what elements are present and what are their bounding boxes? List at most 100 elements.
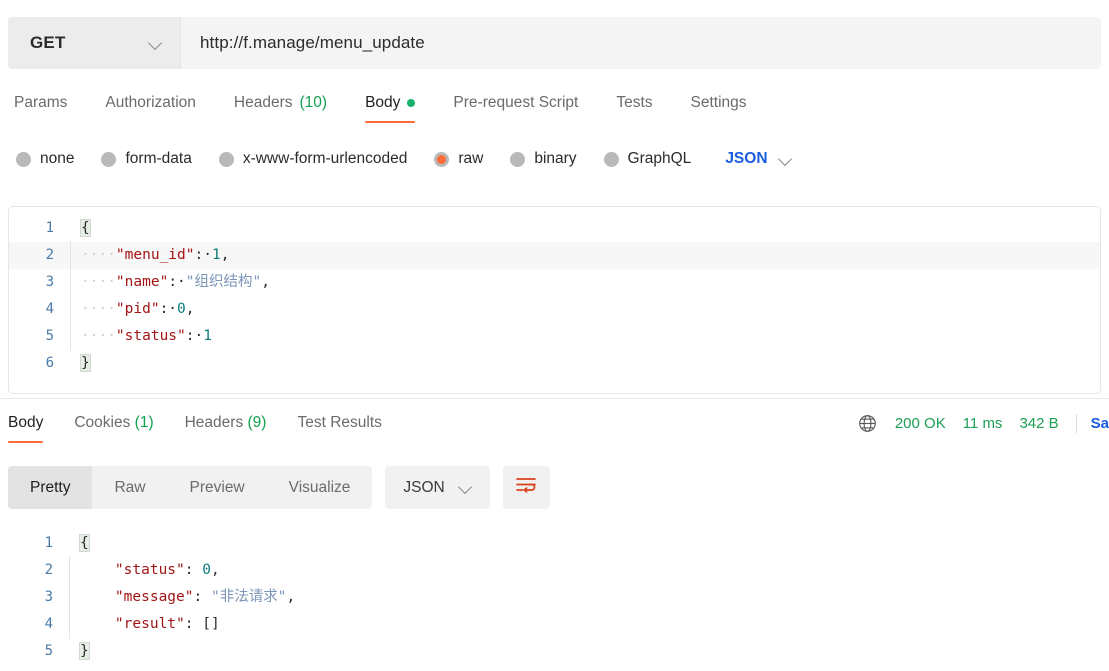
code-token: "status" xyxy=(115,328,186,344)
tab-settings-label: Settings xyxy=(690,94,747,111)
code-text: { xyxy=(67,215,91,242)
code-line: 5 ····"status":·1 xyxy=(9,322,1100,351)
response-tab-headers-label: Headers xyxy=(184,414,244,431)
line-number: 1 xyxy=(44,535,53,551)
code-token: :· xyxy=(185,328,204,344)
radio-urlencoded-icon xyxy=(218,151,234,167)
radio-graphql-icon xyxy=(603,151,619,167)
response-tab-cookies-count: (1) xyxy=(134,414,154,431)
line-number: 2 xyxy=(45,247,54,263)
body-type-binary[interactable]: binary xyxy=(510,150,577,168)
response-toolbar: Pretty Raw Preview Visualize JSON xyxy=(8,466,550,509)
view-mode-visualize[interactable]: Visualize xyxy=(267,466,373,509)
code-token: :· xyxy=(159,301,178,317)
code-token: : xyxy=(184,562,203,578)
tab-params[interactable]: Params xyxy=(14,94,67,123)
tab-params-label: Params xyxy=(14,94,68,111)
code-token: { xyxy=(80,219,91,237)
tab-headers[interactable]: Headers (10) xyxy=(234,94,327,123)
response-tab-body-label: Body xyxy=(8,414,44,431)
tab-tests[interactable]: Tests xyxy=(616,94,652,123)
code-token: "menu_id" xyxy=(115,247,195,263)
chevron-down-icon xyxy=(149,37,162,50)
body-type-graphql[interactable]: GraphQL xyxy=(603,150,692,168)
url-bar: GET http://f.manage/menu_update xyxy=(8,17,1101,69)
code-text: } xyxy=(66,638,90,665)
tab-settings[interactable]: Settings xyxy=(691,94,747,123)
code-token: "pid" xyxy=(115,301,160,317)
line-number: 6 xyxy=(45,355,54,371)
indent-guide xyxy=(70,241,71,270)
code-token: , xyxy=(261,274,270,290)
indent-guide xyxy=(69,583,70,612)
tab-tests-label: Tests xyxy=(616,94,653,111)
body-type-raw[interactable]: raw xyxy=(434,150,483,168)
code-text: "status": 0, xyxy=(66,556,220,585)
meta-separator xyxy=(1075,414,1077,433)
indent-guide xyxy=(70,268,71,297)
code-token: } xyxy=(80,354,91,372)
code-token: , xyxy=(286,589,296,605)
code-token: "name" xyxy=(115,274,169,290)
body-type-none[interactable]: none xyxy=(16,150,74,168)
word-wrap-button[interactable] xyxy=(502,466,550,509)
tab-body[interactable]: Body xyxy=(365,94,416,123)
url-input[interactable]: http://f.manage/menu_update xyxy=(180,17,1101,69)
request-body-editor[interactable]: 1{2 ····"menu_id":·1, 3 ····"name":·"组织结构",… xyxy=(8,206,1101,394)
code-line: 3 "message": "非法请求", xyxy=(8,583,1101,612)
response-tab-test-results-label: Test Results xyxy=(297,414,382,431)
tab-pre-request-script[interactable]: Pre-request Script xyxy=(453,94,578,123)
request-tabs: Params Authorization Headers (10) Body Pr… xyxy=(14,94,747,123)
request-body-code[interactable]: 1{2 ····"menu_id":·1, 3 ····"name":·"组织结构",… xyxy=(9,207,1100,377)
code-token: : xyxy=(193,589,211,605)
code-line: 5} xyxy=(8,638,1101,665)
response-size: 342 B xyxy=(1019,415,1059,432)
body-format-dropdown[interactable]: JSON xyxy=(725,150,791,168)
view-mode-raw[interactable]: Raw xyxy=(92,466,167,509)
body-type-options: none form-data x-www-form-urlencoded raw… xyxy=(16,150,792,168)
tab-headers-count: (10) xyxy=(299,94,328,111)
code-text: ····"status":·1 xyxy=(67,322,212,351)
response-status-code: 200 OK xyxy=(894,415,946,432)
response-body-code[interactable]: 1{2 "status": 0, 3 "message": "非法请求", 4 "r… xyxy=(8,525,1101,665)
code-line: 4 "result": [] xyxy=(8,610,1101,639)
globe-icon[interactable] xyxy=(858,414,877,433)
body-type-form-data[interactable]: form-data xyxy=(101,150,192,168)
radio-raw-selected-icon xyxy=(434,151,450,167)
code-token: :· xyxy=(194,247,212,263)
response-body-editor[interactable]: 1{2 "status": 0, 3 "message": "非法请求", 4 "r… xyxy=(8,525,1101,671)
body-type-urlencoded[interactable]: x-www-form-urlencoded xyxy=(218,150,408,168)
indent-guide xyxy=(70,322,71,351)
code-token: "status" xyxy=(114,562,185,578)
view-mode-pretty[interactable]: Pretty xyxy=(8,466,93,509)
indent-guide xyxy=(69,610,70,639)
code-text: ····"name":·"组织结构", xyxy=(67,268,270,297)
body-format-label: JSON xyxy=(725,150,768,167)
code-line: 6} xyxy=(9,350,1100,377)
http-method-dropdown[interactable]: GET xyxy=(8,17,180,69)
postman-request-response-pane: GET http://f.manage/menu_update Params A… xyxy=(0,0,1109,671)
code-token: , xyxy=(185,301,195,317)
response-tab-headers-count: (9) xyxy=(247,414,267,431)
response-tab-test-results[interactable]: Test Results xyxy=(297,414,381,443)
word-wrap-icon xyxy=(515,476,537,499)
code-line: 2 "status": 0, xyxy=(8,556,1101,585)
line-number: 1 xyxy=(45,220,54,236)
response-view-modes: Pretty Raw Preview Visualize xyxy=(8,466,373,509)
body-type-graphql-label: GraphQL xyxy=(627,150,692,167)
body-type-urlencoded-label: x-www-form-urlencoded xyxy=(242,150,408,167)
view-mode-preview[interactable]: Preview xyxy=(168,466,267,509)
body-type-raw-label: raw xyxy=(458,150,484,167)
response-time: 11 ms xyxy=(962,415,1003,432)
radio-form-data-icon xyxy=(101,151,117,167)
response-tab-headers[interactable]: Headers (9) xyxy=(185,414,267,443)
response-format-dropdown[interactable]: JSON xyxy=(385,466,490,509)
response-tab-body[interactable]: Body xyxy=(8,414,44,443)
tab-authorization[interactable]: Authorization xyxy=(105,94,195,123)
tab-body-label: Body xyxy=(365,94,401,111)
code-token: : xyxy=(184,616,203,632)
code-text: ····"pid":·0, xyxy=(67,295,195,324)
response-tab-cookies[interactable]: Cookies (1) xyxy=(74,414,153,443)
save-response-button[interactable]: Sa xyxy=(1091,415,1109,432)
code-token: 1 xyxy=(211,247,221,263)
